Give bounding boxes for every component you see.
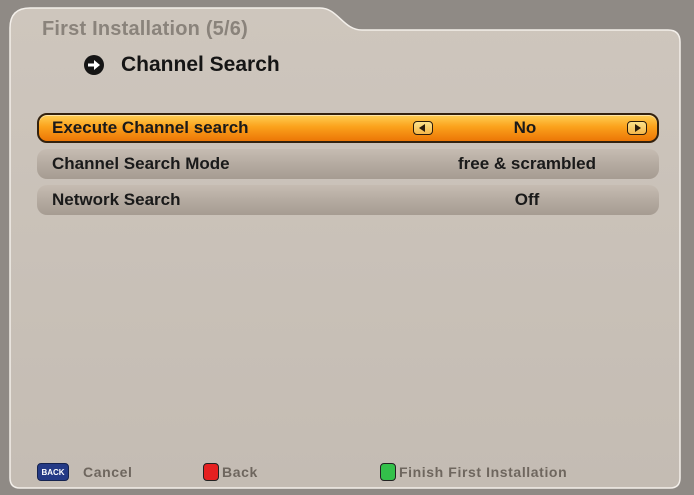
menu-row-execute-channel-search[interactable]: Execute Channel search No bbox=[37, 113, 659, 143]
circle-arrow-right-icon bbox=[84, 55, 104, 75]
cancel-hint[interactable]: BACK Cancel bbox=[37, 463, 133, 481]
finish-hint[interactable]: Finish First Installation bbox=[380, 463, 567, 481]
cancel-label: Cancel bbox=[83, 464, 133, 480]
screen: First Installation (5/6) Channel Search … bbox=[0, 0, 694, 495]
section-heading: Channel Search bbox=[84, 53, 280, 77]
menu-row-value: Off bbox=[514, 190, 540, 209]
back-label: Back bbox=[222, 464, 258, 480]
menu-row-label: Network Search bbox=[52, 190, 181, 209]
menu-row-label: Execute Channel search bbox=[52, 118, 249, 137]
back-hint[interactable]: Back bbox=[203, 463, 258, 481]
page-title: First Installation (5/6) bbox=[42, 18, 248, 40]
menu-row-value: No bbox=[513, 118, 537, 137]
back-key-icon: BACK bbox=[37, 463, 69, 481]
green-key-icon bbox=[380, 463, 396, 481]
menu-row-value: free & scrambled bbox=[458, 154, 596, 173]
menu-row-label: Channel Search Mode bbox=[52, 154, 230, 173]
menu-row-channel-search-mode[interactable]: Channel Search Mode free & scrambled bbox=[37, 149, 659, 179]
section-heading-label: Channel Search bbox=[121, 53, 280, 76]
finish-label: Finish First Installation bbox=[399, 464, 568, 480]
red-key-icon bbox=[203, 463, 219, 481]
footer-legend: BACK Cancel Back Finish First Installati… bbox=[0, 460, 694, 486]
menu-row-network-search[interactable]: Network Search Off bbox=[37, 185, 659, 215]
arrow-right-icon[interactable] bbox=[627, 121, 647, 135]
